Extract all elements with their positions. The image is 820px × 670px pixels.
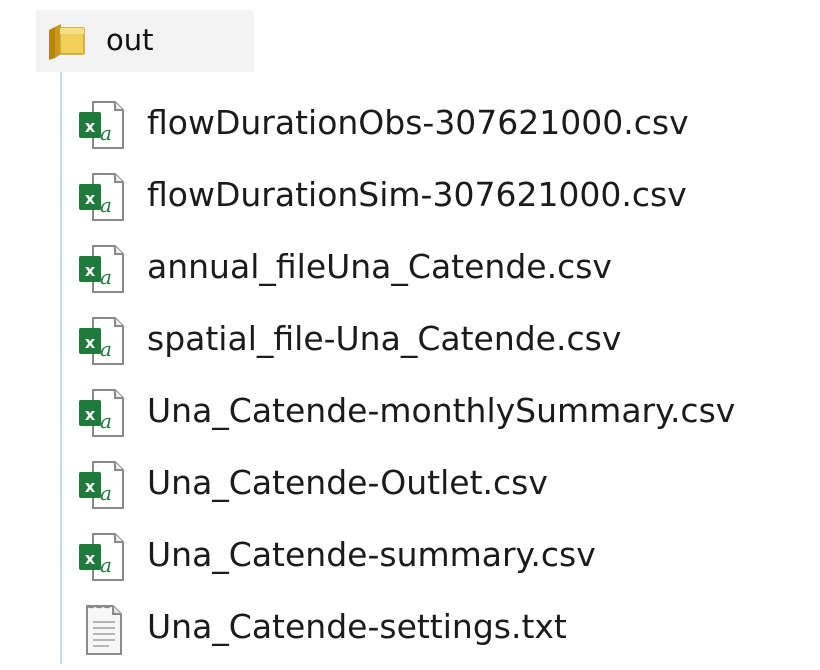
svg-text:a: a [100, 337, 112, 361]
file-item[interactable]: a x Una_Catende-monthlySummary.csv [62, 382, 820, 454]
file-name: Una_Catende-summary.csv [147, 535, 596, 574]
excel-csv-icon: a x [75, 460, 127, 512]
file-list: a x flowDurationObs-307621000.csv a x fl… [62, 94, 820, 670]
file-name: flowDurationSim-307621000.csv [147, 175, 687, 214]
svg-text:a: a [100, 121, 112, 145]
file-name: Una_Catende-monthlySummary.csv [147, 391, 736, 430]
svg-text:a: a [100, 481, 112, 505]
file-name: flowDurationObs-307621000.csv [147, 103, 689, 142]
svg-text:a: a [100, 265, 112, 289]
excel-csv-icon: a x [75, 172, 127, 224]
svg-text:x: x [85, 477, 96, 496]
excel-csv-icon: a x [75, 100, 127, 152]
svg-text:x: x [85, 405, 96, 424]
svg-text:a: a [100, 409, 112, 433]
file-item[interactable]: Una_Catende-settings.txt [62, 598, 820, 670]
excel-csv-icon: a x [75, 532, 127, 584]
file-item[interactable]: a x Una_Catende-Outlet.csv [62, 454, 820, 526]
file-item[interactable]: a x Una_Catende-summary.csv [62, 526, 820, 598]
file-item[interactable]: a x flowDurationObs-307621000.csv [62, 94, 820, 166]
folder-icon [46, 24, 86, 60]
svg-text:x: x [85, 189, 96, 208]
file-item[interactable]: a x annual_fileUna_Catende.csv [62, 238, 820, 310]
file-name: Una_Catende-Outlet.csv [147, 463, 548, 502]
file-name: annual_fileUna_Catende.csv [147, 247, 612, 286]
svg-text:a: a [100, 553, 112, 577]
svg-text:x: x [85, 333, 96, 352]
file-name: spatial_file-Una_Catende.csv [147, 319, 622, 358]
svg-text:x: x [85, 117, 96, 136]
file-name: Una_Catende-settings.txt [147, 607, 567, 646]
svg-text:x: x [85, 261, 96, 280]
folder-name: out [106, 23, 154, 57]
text-file-icon [75, 604, 127, 656]
file-item[interactable]: a x flowDurationSim-307621000.csv [62, 166, 820, 238]
file-item[interactable]: a x spatial_file-Una_Catende.csv [62, 310, 820, 382]
excel-csv-icon: a x [75, 388, 127, 440]
excel-csv-icon: a x [75, 244, 127, 296]
excel-csv-icon: a x [75, 316, 127, 368]
svg-text:a: a [100, 193, 112, 217]
svg-text:x: x [85, 549, 96, 568]
folder-row-out[interactable]: out [36, 10, 254, 72]
